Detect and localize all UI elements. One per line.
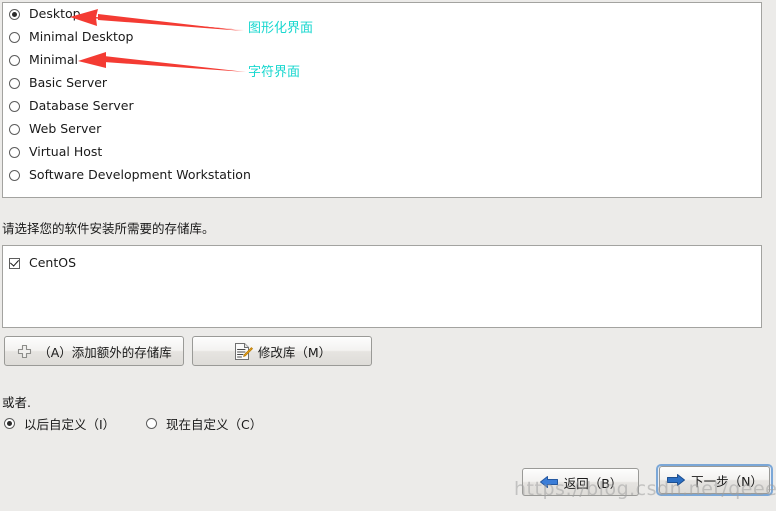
radio-icon[interactable]: [9, 9, 20, 20]
software-group-option[interactable]: Basic Server: [3, 72, 761, 95]
repository-prompt-text: 请选择您的软件安装所需要的存储库。: [2, 221, 215, 236]
software-group-list-panel[interactable]: Desktop Minimal Desktop Minimal Basic Se…: [2, 2, 762, 198]
radio-icon[interactable]: [9, 101, 20, 112]
software-group-option[interactable]: Virtual Host: [3, 141, 761, 164]
annotation-label-cli: 字符界面: [248, 65, 301, 80]
radio-icon[interactable]: [9, 170, 20, 181]
add-repository-button[interactable]: （A）添加额外的存储库: [4, 336, 184, 366]
radio-icon[interactable]: [9, 124, 20, 135]
software-group-option[interactable]: Database Server: [3, 95, 761, 118]
watermark-text: https://blog.csdn.net/qeeezz11224: [514, 478, 776, 500]
plus-icon: [18, 344, 32, 358]
or-label: 或者.: [2, 395, 31, 410]
software-group-option[interactable]: Web Server: [3, 118, 761, 141]
customize-later-label: 以后自定义（I）: [24, 417, 116, 432]
software-group-option[interactable]: Minimal: [3, 49, 761, 72]
customize-now-label: 现在自定义（C）: [166, 417, 263, 432]
software-group-label: Virtual Host: [29, 144, 103, 160]
software-group-label: Database Server: [29, 98, 134, 114]
radio-icon[interactable]: [9, 78, 20, 89]
customize-later-option[interactable]: 以后自定义（I）: [4, 414, 115, 433]
radio-icon[interactable]: [9, 32, 20, 43]
radio-icon[interactable]: [9, 147, 20, 158]
software-group-label: Web Server: [29, 121, 102, 137]
software-group-label: Basic Server: [29, 75, 108, 91]
radio-icon[interactable]: [4, 418, 15, 429]
modify-repository-button[interactable]: 修改库（M）: [192, 336, 372, 366]
repository-list-panel[interactable]: CentOS: [2, 245, 762, 328]
software-group-label: Software Development Workstation: [29, 167, 251, 183]
radio-icon[interactable]: [9, 55, 20, 66]
software-group-option[interactable]: Desktop: [3, 3, 761, 26]
modify-repository-label: 修改库（M）: [257, 344, 332, 360]
repository-label: CentOS: [29, 255, 77, 271]
add-repository-label: （A）添加额外的存储库: [38, 344, 172, 360]
customize-now-option[interactable]: 现在自定义（C）: [146, 414, 262, 433]
repository-list-item[interactable]: CentOS: [3, 252, 761, 275]
software-group-option[interactable]: Minimal Desktop: [3, 26, 761, 49]
software-group-label: Minimal: [29, 52, 78, 68]
annotation-label-gui: 图形化界面: [248, 21, 314, 36]
radio-icon[interactable]: [146, 418, 157, 429]
edit-document-icon: [234, 342, 253, 360]
software-group-option[interactable]: Software Development Workstation: [3, 164, 761, 187]
checkbox-icon[interactable]: [9, 258, 20, 269]
software-group-label: Minimal Desktop: [29, 29, 134, 45]
software-group-label: Desktop: [29, 6, 81, 22]
